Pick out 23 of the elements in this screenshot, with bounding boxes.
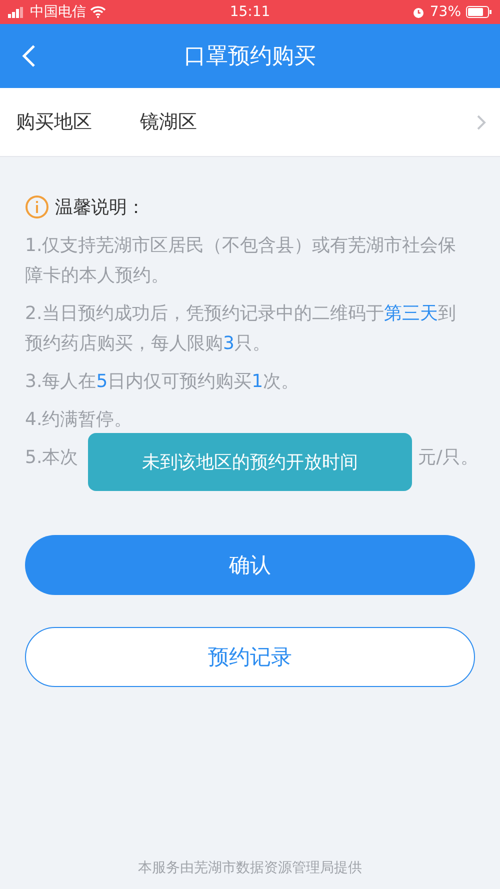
page-title: 口罩预约购买	[184, 43, 316, 71]
region-label: 购买地区	[16, 110, 93, 135]
battery-icon	[466, 6, 492, 18]
notice-item: 3.每人在5日内仅可预约购买1次。	[25, 370, 300, 394]
back-icon[interactable]	[22, 44, 36, 68]
status-time: 15:11	[230, 4, 270, 20]
notice-text: 5.本次	[25, 446, 78, 470]
carrier-name: 中国电信	[30, 3, 86, 21]
notice-item: 2.当日预约成功后，凭预约记录中的二维码于第三天到预约药店购买，每人限购3只。	[25, 302, 458, 356]
notice-item: 1.仅支持芜湖市区居民（不包含县）或有芜湖市社会保障卡的本人预约。	[25, 234, 458, 288]
battery-percent: 73%	[430, 4, 462, 20]
notice-text: 元/只。	[418, 446, 478, 470]
notice-title: 温馨说明：	[55, 196, 145, 219]
wifi-icon	[90, 6, 106, 18]
confirm-button[interactable]: 确认	[25, 535, 475, 595]
records-button[interactable]: 预约记录	[25, 627, 475, 687]
notice-item: 4.约满暂停。	[25, 408, 134, 432]
toast-message: 未到该地区的预约开放时间	[88, 433, 412, 491]
alarm-icon	[412, 6, 425, 18]
info-icon	[25, 195, 49, 219]
region-value[interactable]: 镜湖区	[140, 109, 477, 135]
signal-icon	[8, 6, 26, 18]
footer-text: 本服务由芜湖市数据资源管理局提供	[138, 859, 362, 877]
